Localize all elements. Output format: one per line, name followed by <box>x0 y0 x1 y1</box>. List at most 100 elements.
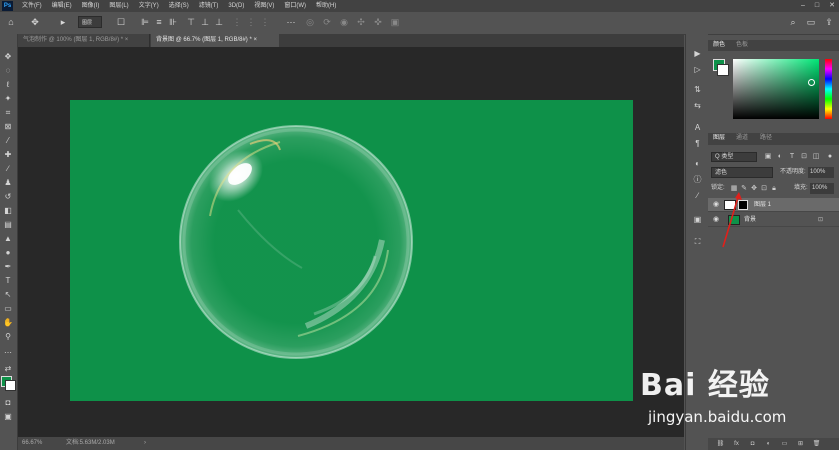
navigator-icon[interactable]: ⛶ <box>692 236 703 247</box>
blend-mode-dropdown[interactable]: 滤色 <box>711 167 773 178</box>
filter-type-icon[interactable]: T <box>788 152 796 161</box>
minimize-button[interactable]: – <box>801 0 805 12</box>
hue-slider[interactable] <box>825 59 832 119</box>
filter-toggle-icon[interactable]: ● <box>826 152 834 161</box>
transform-controls-checkbox[interactable]: ☐ <box>116 17 126 27</box>
opacity-input[interactable]: 100% <box>808 167 834 178</box>
tab-color[interactable]: 颜色 <box>713 40 725 51</box>
eraser-tool-icon[interactable]: ◧ <box>3 206 13 216</box>
filter-adjustment-icon[interactable]: ◐ <box>776 152 784 161</box>
gradient-tool-icon[interactable]: ▤ <box>3 220 13 230</box>
tab-close-icon[interactable]: × <box>253 37 257 43</box>
character-icon[interactable]: A <box>692 122 703 133</box>
tab-layers[interactable]: 图层 <box>713 133 725 144</box>
document-tab-background[interactable]: 背景图 @ 66.7% (图层 1, RGB/8#) * × <box>151 34 279 47</box>
search-icon[interactable]: ⌕ <box>788 17 798 27</box>
hand-tool-icon[interactable]: ✋ <box>3 318 13 328</box>
3d-roll-icon[interactable]: ◉ <box>339 17 349 27</box>
zoom-tool-icon[interactable]: ⚲ <box>3 332 13 342</box>
3d-scale-icon[interactable]: ▣ <box>390 17 400 27</box>
adjust-icon[interactable]: ⇅ <box>692 84 703 95</box>
layer-filter-dropdown[interactable]: Q 类型 <box>711 152 757 162</box>
color-picker-marker[interactable] <box>808 79 815 86</box>
clone-stamp-tool-icon[interactable]: ♟ <box>3 178 13 188</box>
menu-type[interactable]: 文字(Y) <box>139 0 159 12</box>
eyedropper-tool-icon[interactable]: ⁄ <box>3 136 13 146</box>
align-top-icon[interactable]: ⊤ <box>186 17 196 27</box>
tab-channels[interactable]: 通道 <box>736 133 748 144</box>
layer-style-icon[interactable]: fx <box>732 439 741 449</box>
3d-mode-icon[interactable]: ◎ <box>305 17 315 27</box>
libraries-icon[interactable]: ▣ <box>692 214 703 225</box>
filter-pixel-icon[interactable]: ▣ <box>764 152 772 161</box>
align-right-icon[interactable]: ⊪ <box>168 17 178 27</box>
brush-settings-icon[interactable]: ∕ <box>692 190 703 201</box>
add-mask-icon[interactable]: ◘ <box>748 439 757 449</box>
healing-brush-tool-icon[interactable]: ✚ <box>3 150 13 160</box>
lock-position-icon[interactable]: ✥ <box>750 183 758 194</box>
actions-icon[interactable]: ▷ <box>692 64 703 75</box>
align-middle-icon[interactable]: ⊥ <box>200 17 210 27</box>
menu-help[interactable]: 帮助(H) <box>316 0 336 12</box>
close-button[interactable]: ✕ <box>829 0 835 12</box>
marquee-tool-icon[interactable]: ◌ <box>3 66 13 76</box>
home-icon[interactable]: ⌂ <box>6 17 16 27</box>
link-layers-icon[interactable]: ⛓ <box>716 439 725 449</box>
frame-tool-icon[interactable]: ⊠ <box>3 122 13 132</box>
info-icon[interactable]: ⓘ <box>692 174 703 185</box>
properties-icon[interactable]: ⇆ <box>692 100 703 111</box>
delete-layer-icon[interactable]: 🗑︎ <box>812 439 821 449</box>
filter-shape-icon[interactable]: ⊡ <box>800 152 808 161</box>
play-icon[interactable]: ▶ <box>692 48 703 59</box>
auto-select-icon[interactable]: ▸ <box>58 17 68 27</box>
background-color-swatch[interactable] <box>5 380 16 391</box>
fill-input[interactable]: 100% <box>810 183 834 194</box>
menu-image[interactable]: 图像(I) <box>82 0 100 12</box>
brush-tool-icon[interactable]: ∕ <box>3 164 13 174</box>
zoom-level[interactable]: 66.67% <box>22 437 42 450</box>
dodge-tool-icon[interactable]: ● <box>3 248 13 258</box>
menu-filter[interactable]: 滤镜(T) <box>199 0 219 12</box>
pen-tool-icon[interactable]: ✒ <box>3 262 13 272</box>
auto-select-dropdown[interactable]: 图层 <box>78 16 102 28</box>
rectangle-tool-icon[interactable]: ▭ <box>3 304 13 314</box>
menu-file[interactable]: 文件(F) <box>22 0 42 12</box>
default-colors-icon[interactable]: ⇄ <box>3 364 13 374</box>
share-icon[interactable]: ⇪ <box>824 17 834 27</box>
lock-artboard-icon[interactable]: ⊡ <box>760 183 768 194</box>
document-canvas[interactable] <box>70 100 633 401</box>
new-adjustment-layer-icon[interactable]: ◐ <box>764 439 773 449</box>
menu-layer[interactable]: 图层(L) <box>109 0 128 12</box>
edit-toolbar-icon[interactable]: ⋯ <box>3 348 13 358</box>
distribute-middle-icon[interactable]: ⋮ <box>246 17 256 27</box>
align-center-icon[interactable]: ≡ <box>154 17 164 27</box>
tab-close-icon[interactable]: × <box>125 37 129 43</box>
menu-window[interactable]: 窗口(W) <box>284 0 306 12</box>
align-left-icon[interactable]: ⊫ <box>140 17 150 27</box>
distribute-top-icon[interactable]: ⋮ <box>232 17 242 27</box>
layer-name[interactable]: 图层 1 <box>754 198 771 212</box>
document-tab-bubble[interactable]: 气泡制作 @ 100% (图层 1, RGB/8#) * × <box>18 34 150 47</box>
move-tool-icon[interactable]: ✥ <box>30 17 40 27</box>
restore-button[interactable]: □ <box>815 0 819 12</box>
quick-mask-icon[interactable]: ◘ <box>3 398 13 408</box>
menu-select[interactable]: 选择(S) <box>169 0 189 12</box>
screen-mode-icon[interactable]: ▣ <box>3 412 13 422</box>
menu-edit[interactable]: 编辑(E) <box>52 0 72 12</box>
align-bottom-icon[interactable]: ⊥ <box>214 17 224 27</box>
background-color-chip[interactable] <box>717 64 729 76</box>
menu-view[interactable]: 视图(V) <box>254 0 274 12</box>
3d-rotate-icon[interactable]: ⟳ <box>322 17 332 27</box>
magic-wand-tool-icon[interactable]: ✦ <box>3 94 13 104</box>
tab-swatches[interactable]: 色板 <box>736 40 748 51</box>
blur-tool-icon[interactable]: ▲ <box>3 234 13 244</box>
paragraph-icon[interactable]: ¶ <box>692 138 703 149</box>
status-menu-arrow[interactable]: › <box>144 437 146 450</box>
filter-smart-object-icon[interactable]: ◫ <box>812 152 820 161</box>
distribute-bottom-icon[interactable]: ⋮ <box>260 17 270 27</box>
adjustments-icon[interactable]: ◐ <box>692 158 703 169</box>
more-options-icon[interactable]: ⋯ <box>286 17 296 27</box>
crop-tool-icon[interactable]: ⌗ <box>3 108 13 118</box>
path-selection-tool-icon[interactable]: ↖ <box>3 290 13 300</box>
3d-slide-icon[interactable]: ✜ <box>373 17 383 27</box>
